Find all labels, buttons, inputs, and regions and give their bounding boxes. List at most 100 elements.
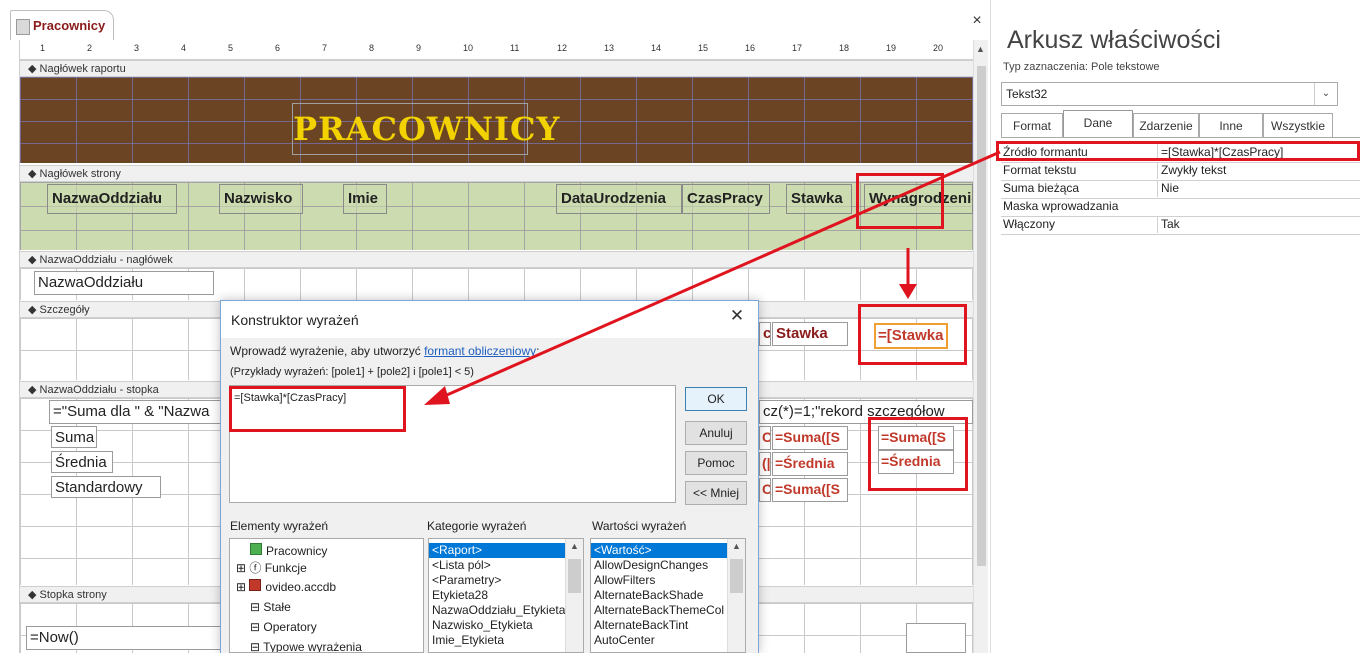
scrollbar-thumb[interactable] bbox=[568, 559, 581, 593]
document-tab-pracownicy[interactable]: Pracownicy bbox=[10, 10, 114, 40]
highlight-wynagrodzenie-header bbox=[856, 173, 944, 229]
category-item[interactable]: <Raport> bbox=[429, 543, 583, 558]
column-label-nazwisko[interactable]: Nazwisko bbox=[219, 184, 303, 214]
tree-item-stale[interactable]: ⊟ Stałe bbox=[250, 600, 291, 614]
value-item[interactable]: AlternateBackShade bbox=[591, 588, 745, 603]
scrollbar-thumb[interactable] bbox=[730, 559, 743, 593]
calculated-control-link[interactable]: formant obliczeniowy bbox=[424, 344, 536, 358]
tree-item-ovideo[interactable]: ⊞ ovideo.accdb bbox=[236, 579, 336, 594]
hint-text: Wprowadź wyrażenie, aby utworzyć bbox=[230, 344, 425, 358]
column-label-imie[interactable]: Imie bbox=[343, 184, 387, 214]
categories-scrollbar[interactable]: ▲ bbox=[565, 539, 583, 652]
scroll-up-arrow-icon[interactable]: ▲ bbox=[570, 541, 579, 551]
scrollbar-thumb[interactable] bbox=[977, 66, 986, 566]
ruler-tick-label: 11 bbox=[510, 43, 520, 53]
ruler-tick-label: 13 bbox=[604, 43, 615, 53]
close-document-button[interactable]: × bbox=[968, 12, 986, 30]
hint-suffix: : bbox=[536, 344, 540, 358]
values-list[interactable]: <Wartość> AllowDesignChanges AllowFilter… bbox=[590, 538, 746, 653]
highlight-control-source bbox=[996, 141, 1360, 161]
help-button[interactable]: Pomoc bbox=[685, 451, 747, 475]
ruler-tick-label: 19 bbox=[886, 43, 897, 53]
less-button[interactable]: << Mniej bbox=[685, 481, 747, 505]
dialog-close-button[interactable]: ✕ bbox=[726, 306, 748, 328]
property-value[interactable]: Nie bbox=[1157, 180, 1360, 197]
chevron-down-icon[interactable]: ⌄ bbox=[1314, 83, 1337, 105]
report-title-label[interactable]: PRACOWNICY bbox=[292, 103, 559, 155]
categories-header: Kategorie wyrażeń bbox=[427, 519, 527, 533]
footer-calc-a2[interactable]: (| bbox=[759, 452, 771, 476]
footer-calc-a3[interactable]: C: bbox=[759, 478, 771, 502]
value-item[interactable]: AllowFilters bbox=[591, 573, 745, 588]
cancel-button[interactable]: Anuluj bbox=[685, 421, 747, 445]
tree-item-operatory[interactable]: ⊟ Operatory bbox=[250, 620, 317, 634]
tree-item-typowe[interactable]: ⊟ Typowe wyrażenia bbox=[250, 640, 362, 652]
arrow-down-icon bbox=[899, 248, 917, 299]
group-header-field-nazwaoddzialu[interactable]: NazwaOddziału bbox=[34, 271, 214, 295]
property-row-suma-biezaca[interactable]: Suma bieżąca Nie bbox=[1001, 180, 1360, 199]
dialog-hint: Wprowadź wyrażenie, aby utworzyć formant… bbox=[230, 344, 539, 358]
highlight-detail-field bbox=[858, 304, 967, 365]
property-value[interactable]: Zwykły tekst bbox=[1157, 162, 1360, 179]
selected-control-dropdown[interactable]: Tekst32 ⌄ bbox=[1001, 82, 1338, 106]
label-standardowy[interactable]: Standardowy bbox=[51, 476, 161, 498]
section-bar-group-header[interactable]: ◆ NazwaOddziału - nagłówek bbox=[20, 251, 973, 268]
detail-field-stawka[interactable]: Stawka bbox=[772, 322, 848, 346]
elements-tree[interactable]: Pracownicy ⊞ ⓕ Funkcje ⊞ ovideo.accdb ⊟ … bbox=[229, 538, 424, 653]
footer-calc-b2[interactable]: =Średnia bbox=[772, 452, 848, 476]
section-bar-report-header[interactable]: ◆ Nagłówek raportu bbox=[20, 60, 973, 77]
value-item[interactable]: AutoCenter bbox=[591, 633, 745, 648]
group-footer-expression-left[interactable]: ="Suma dla " & "Nazwa bbox=[49, 400, 221, 424]
value-item[interactable]: AllowDesignChanges bbox=[591, 558, 745, 573]
document-tab-label: Pracownicy bbox=[33, 18, 106, 33]
footer-calc-a1[interactable]: C: bbox=[759, 426, 771, 450]
tab-wszystkie[interactable]: Wszystkie bbox=[1263, 113, 1333, 137]
column-label-dataurodzenia[interactable]: DataUrodzenia bbox=[556, 184, 682, 214]
ruler-tick-label: 9 bbox=[416, 43, 422, 53]
detail-field-czaspracy[interactable]: cy bbox=[759, 322, 771, 346]
property-value[interactable]: Tak bbox=[1157, 216, 1360, 233]
tree-item-pracownicy[interactable]: Pracownicy bbox=[250, 543, 327, 558]
expand-icon[interactable]: ⊞ bbox=[236, 580, 249, 594]
ok-button[interactable]: OK bbox=[685, 387, 747, 411]
value-item[interactable]: AlternateBackThemeCol bbox=[591, 603, 745, 618]
folder-icon: ⊟ bbox=[250, 600, 264, 614]
category-item[interactable]: NazwaOddziału_Etykieta bbox=[429, 603, 583, 618]
footer-calc-b3[interactable]: =Suma([S bbox=[772, 478, 848, 502]
value-item[interactable]: <Wartość> bbox=[591, 543, 745, 558]
footer-calc-b1[interactable]: =Suma([S bbox=[772, 426, 848, 450]
property-row-format-tekstu[interactable]: Format tekstu Zwykły tekst bbox=[1001, 162, 1360, 181]
category-item[interactable]: <Lista pól> bbox=[429, 558, 583, 573]
category-item[interactable]: Imie_Etykieta bbox=[429, 633, 583, 648]
design-vertical-scrollbar[interactable]: ▲ bbox=[973, 40, 988, 653]
property-row-maska-wprowadzania[interactable]: Maska wprowadzania bbox=[1001, 198, 1360, 217]
scroll-up-arrow-icon[interactable]: ▲ bbox=[732, 541, 741, 551]
tab-zdarzenie[interactable]: Zdarzenie bbox=[1133, 113, 1199, 137]
scroll-up-arrow-icon[interactable]: ▲ bbox=[976, 44, 985, 54]
expand-icon[interactable]: ⊞ bbox=[236, 561, 249, 575]
section-label: Stopka strony bbox=[39, 589, 107, 601]
tab-inne[interactable]: Inne bbox=[1199, 113, 1263, 137]
category-item[interactable]: Etykieta28 bbox=[429, 588, 583, 603]
ruler-tick-label: 1 bbox=[40, 43, 46, 53]
column-label-nazwaoddzialu[interactable]: NazwaOddziału bbox=[47, 184, 177, 214]
tab-dane[interactable]: Dane bbox=[1063, 110, 1133, 138]
page-footer-page-field[interactable] bbox=[906, 623, 966, 653]
ruler-tick-label: 5 bbox=[228, 43, 234, 53]
column-label-stawka[interactable]: Stawka bbox=[786, 184, 852, 214]
property-row-wlaczony[interactable]: Włączony Tak bbox=[1001, 216, 1360, 235]
categories-list[interactable]: <Raport> <Lista pól> <Parametry> Etykiet… bbox=[428, 538, 584, 653]
page-footer-now-field[interactable]: =Now() bbox=[26, 626, 222, 650]
label-srednia[interactable]: Średnia bbox=[51, 451, 113, 473]
values-scrollbar[interactable]: ▲ bbox=[727, 539, 745, 652]
category-item[interactable]: <Parametry> bbox=[429, 573, 583, 588]
section-bar-page-header[interactable]: ◆ Nagłówek strony bbox=[20, 165, 973, 182]
report-icon bbox=[250, 543, 262, 555]
tab-format[interactable]: Format bbox=[1001, 113, 1063, 137]
tree-item-funkcje[interactable]: ⊞ ⓕ Funkcje bbox=[236, 559, 307, 576]
value-item[interactable]: AlternateBackTint bbox=[591, 618, 745, 633]
category-item[interactable]: Nazwisko_Etykieta bbox=[429, 618, 583, 633]
column-label-czaspracy[interactable]: CzasPracy bbox=[682, 184, 770, 214]
highlight-expression bbox=[229, 386, 406, 432]
label-suma[interactable]: Suma bbox=[51, 426, 97, 448]
